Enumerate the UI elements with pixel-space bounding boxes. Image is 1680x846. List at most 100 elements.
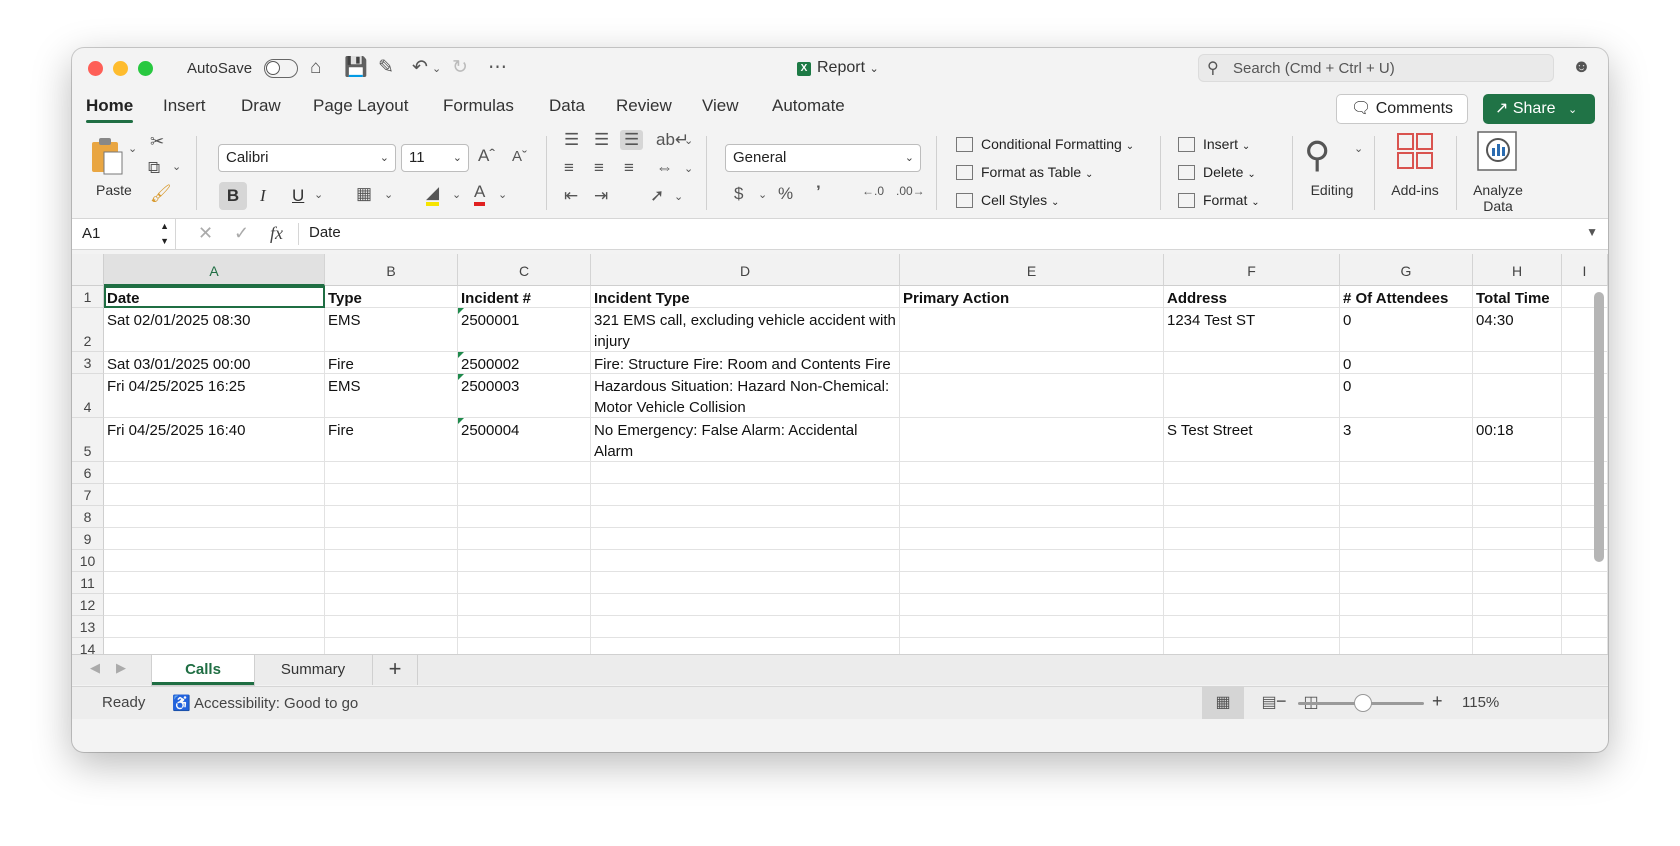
cell-styles-button[interactable]: Cell Styles ⌄ (956, 192, 1059, 208)
table-cell[interactable] (1164, 374, 1340, 418)
tab-formulas[interactable]: Formulas (443, 96, 514, 116)
row-header[interactable]: 11 (72, 572, 104, 594)
row-header[interactable]: 2 (72, 308, 104, 352)
accessibility-status[interactable]: ♿ Accessibility: Good to go (172, 694, 358, 712)
format-as-table-button[interactable]: Format as Table ⌄ (956, 164, 1093, 180)
table-cell[interactable] (1562, 616, 1608, 638)
tab-page-layout[interactable]: Page Layout (313, 96, 408, 116)
table-cell[interactable] (104, 638, 325, 654)
column-header[interactable]: H (1473, 254, 1562, 286)
zoom-level[interactable]: 115% (1462, 694, 1499, 711)
sheet-tab-summary[interactable]: Summary (256, 655, 370, 685)
decrease-decimal-icon[interactable]: .00→ (896, 184, 925, 198)
borders-icon[interactable]: ▦ (356, 184, 372, 204)
table-cell[interactable] (1340, 484, 1473, 506)
table-cell[interactable]: 0 (1340, 352, 1473, 374)
analyze-data-label-1[interactable]: Analyze (1466, 182, 1530, 198)
orientation-icon[interactable]: ➚ (650, 186, 664, 206)
add-ins-icon[interactable] (1396, 132, 1434, 170)
table-cell[interactable] (104, 462, 325, 484)
formula-input[interactable]: Date (309, 224, 341, 241)
table-cell[interactable] (1164, 352, 1340, 374)
row-header[interactable]: 9 (72, 528, 104, 550)
table-cell[interactable] (1562, 638, 1608, 654)
table-header-cell[interactable]: # Of Attendees (1340, 286, 1473, 308)
table-cell[interactable]: Sat 02/01/2025 08:30 (104, 308, 325, 352)
column-header[interactable]: I (1562, 254, 1608, 286)
table-cell[interactable] (104, 616, 325, 638)
minimize-window-button[interactable] (113, 61, 128, 76)
table-header-cell[interactable]: Incident # (458, 286, 591, 308)
table-cell[interactable] (104, 528, 325, 550)
orientation-dropdown-chevron-icon[interactable]: ⌄ (674, 190, 683, 203)
decrease-indent-icon[interactable]: ⇤ (564, 186, 578, 206)
table-cell[interactable]: 3 (1340, 418, 1473, 462)
tab-view[interactable]: View (702, 96, 739, 116)
table-cell[interactable] (325, 462, 458, 484)
table-cell[interactable] (1340, 528, 1473, 550)
table-cell[interactable] (591, 572, 900, 594)
paste-icon[interactable] (90, 136, 126, 176)
zoom-slider-thumb[interactable] (1354, 694, 1372, 712)
table-cell[interactable]: EMS (325, 374, 458, 418)
table-cell[interactable] (1473, 550, 1562, 572)
prev-sheet-icon[interactable]: ◀ (90, 660, 100, 676)
underline-button[interactable]: U (292, 182, 304, 210)
table-cell[interactable] (900, 374, 1164, 418)
paste-label[interactable]: Paste (96, 182, 132, 198)
table-cell[interactable]: Fire (325, 418, 458, 462)
autosave-toggle[interactable] (264, 59, 298, 78)
table-cell[interactable]: 04:30 (1473, 308, 1562, 352)
table-cell[interactable] (458, 572, 591, 594)
font-color-chevron-icon[interactable]: ⌄ (498, 188, 507, 201)
table-cell[interactable] (900, 572, 1164, 594)
align-left-icon[interactable]: ≡ (564, 158, 574, 178)
column-header[interactable]: A (104, 254, 325, 286)
row-header[interactable]: 5 (72, 418, 104, 462)
table-cell[interactable] (1340, 572, 1473, 594)
spreadsheet-grid[interactable]: ABCDEFGHI123456789101112131415DateTypeIn… (72, 254, 1608, 654)
table-cell[interactable] (900, 418, 1164, 462)
copy-chevron-icon[interactable]: ⌄ (172, 160, 181, 173)
table-cell[interactable] (1473, 462, 1562, 484)
table-header-cell[interactable]: Primary Action (900, 286, 1164, 308)
table-cell[interactable]: 0 (1340, 374, 1473, 418)
enter-icon[interactable]: ✓ (234, 223, 249, 244)
table-cell[interactable] (1473, 616, 1562, 638)
row-header[interactable]: 14 (72, 638, 104, 654)
table-cell[interactable] (1473, 528, 1562, 550)
zoom-in-icon[interactable]: + (1432, 691, 1443, 712)
table-cell[interactable] (1473, 352, 1562, 374)
column-header[interactable]: B (325, 254, 458, 286)
paste-chevron-icon[interactable]: ⌄ (128, 142, 137, 155)
table-header-cell[interactable]: Address (1164, 286, 1340, 308)
comma-style-button[interactable]: ’ (816, 182, 821, 202)
underline-chevron-icon[interactable]: ⌄ (314, 188, 323, 201)
table-header-cell[interactable]: Incident Type (591, 286, 900, 308)
table-cell[interactable] (1164, 572, 1340, 594)
table-cell[interactable]: Fri 04/25/2025 16:40 (104, 418, 325, 462)
column-header[interactable]: G (1340, 254, 1473, 286)
tab-home[interactable]: Home (86, 96, 134, 123)
table-cell[interactable]: Sat 03/01/2025 00:00 (104, 352, 325, 374)
table-cell[interactable] (325, 572, 458, 594)
table-cell[interactable] (1473, 506, 1562, 528)
editing-search-icon[interactable]: ⚲ (1304, 134, 1330, 176)
tab-review[interactable]: Review (616, 96, 672, 116)
table-cell[interactable] (1164, 484, 1340, 506)
normal-view-icon[interactable]: ▦ (1202, 687, 1244, 719)
align-bottom-icon[interactable]: ☰ (620, 130, 644, 150)
table-cell[interactable] (591, 616, 900, 638)
row-header[interactable]: 6 (72, 462, 104, 484)
row-header[interactable]: 7 (72, 484, 104, 506)
column-header[interactable]: D (591, 254, 900, 286)
table-header-cell[interactable]: Date (104, 286, 325, 308)
table-cell[interactable] (1473, 638, 1562, 654)
table-cell[interactable]: 0 (1340, 308, 1473, 352)
table-header-cell[interactable]: Type (325, 286, 458, 308)
table-cell[interactable] (1473, 594, 1562, 616)
font-name-select[interactable]: Calibri ⌄ (218, 144, 396, 172)
format-cells-button[interactable]: Format ⌄ (1178, 192, 1260, 208)
increase-decimal-icon[interactable]: ←.0 (862, 184, 884, 198)
name-box[interactable]: A1 ▲ ▼ (72, 219, 176, 249)
